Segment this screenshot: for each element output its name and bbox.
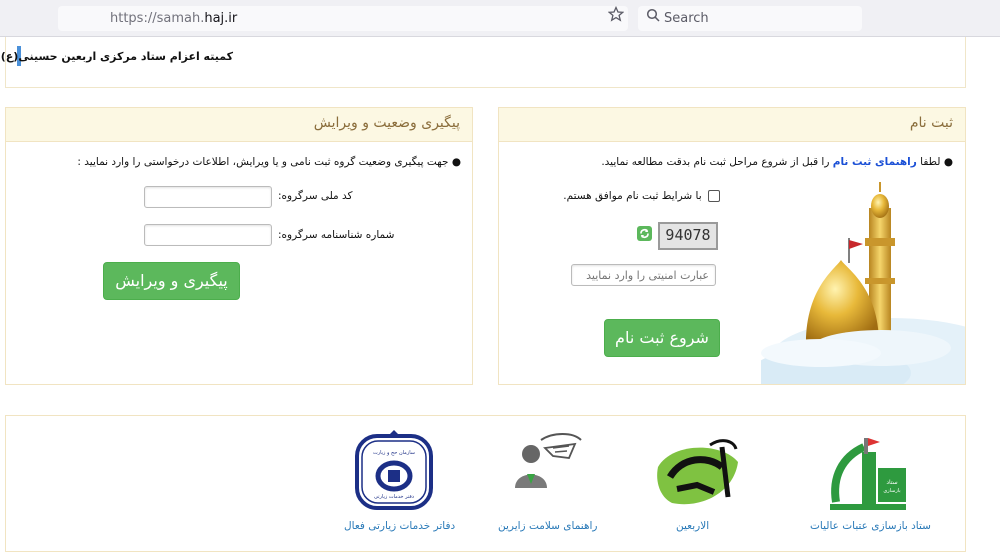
search-placeholder: Search [664, 11, 709, 26]
search-icon [646, 6, 660, 31]
national-id-input[interactable] [144, 186, 272, 208]
shrine-dome-illustration [761, 182, 965, 384]
pilgrim-offices-caption[interactable]: دفاتر خدمات زیارتی فعال [344, 520, 455, 532]
pilgrim-offices-logo-icon[interactable]: سازمان حج و زیارت دفتر خدمات زیارتی [354, 430, 434, 512]
refresh-captcha-icon[interactable] [637, 226, 652, 241]
track-edit-button[interactable]: پیگیری و ویرایش [103, 262, 240, 300]
start-register-button[interactable]: شروع ثبت نام [604, 319, 720, 357]
guide-text-pre: لطفا [920, 156, 941, 168]
svg-text:دفتر خدمات زیارتی: دفتر خدمات زیارتی [374, 494, 414, 500]
track-panel-title: پیگیری وضعیت و ویرایش [313, 115, 460, 131]
svg-text:ستاد: ستاد [886, 479, 897, 486]
register-panel: ثبت نام ● لطفا راهنمای ثبت نام را قبل از… [498, 107, 966, 385]
browser-toolbar: https://samah.haj.ir Search [0, 0, 1000, 37]
url-text[interactable]: https://samah.haj.ir [110, 11, 237, 26]
arbaeen-caption[interactable]: الاربعین [676, 520, 709, 532]
health-guide-logo-icon[interactable] [505, 432, 585, 490]
register-panel-header: ثبت نام [499, 108, 965, 142]
health-guide-caption[interactable]: راهنمای سلامت زایرین [498, 520, 597, 532]
svg-text:سازمان حج و زیارت: سازمان حج و زیارت [373, 450, 415, 456]
agree-label: با شرایط ثبت نام موافق هستم. [563, 190, 702, 202]
captcha-image: 94078 [658, 222, 718, 250]
agree-checkbox[interactable] [708, 190, 720, 202]
guide-link[interactable]: راهنمای ثبت نام [833, 156, 917, 168]
track-panel-header: پیگیری وضعیت و ویرایش [6, 108, 472, 142]
bookmark-star-icon[interactable] [607, 5, 625, 31]
atabat-logo-icon[interactable]: ستاد بازسازی [822, 432, 908, 516]
agree-row: با شرایط ثبت نام موافق هستم. [563, 190, 720, 202]
birth-cert-label: شماره شناسنامه سرگروه: [278, 229, 395, 241]
url-domain: haj.ir [204, 11, 238, 26]
arbaeen-logo-icon[interactable] [652, 437, 742, 511]
register-panel-title: ثبت نام [909, 115, 953, 131]
national-id-label: کد ملی سرگروه: [278, 190, 353, 202]
track-instruction: ● جهت پیگیری وضعیت گروه ثبت نامی و یا وی… [77, 156, 461, 168]
track-instruction-text: جهت پیگیری وضعیت گروه ثبت نامی و یا ویرا… [77, 156, 449, 168]
url-prefix: https://samah. [110, 11, 205, 26]
track-panel: پیگیری وضعیت و ویرایش ● جهت پیگیری وضعیت… [5, 107, 473, 385]
guide-text-post: را قبل از شروع مراحل ثبت نام بدقت مطالعه… [601, 156, 830, 168]
guide-text: ● لطفا راهنمای ثبت نام را قبل از شروع مر… [601, 156, 953, 168]
page-title: کمیته اعزام ستاد مرکزی اربعین حسینی(ع) [0, 50, 233, 63]
birth-cert-input[interactable] [144, 224, 272, 246]
svg-text:بازسازی: بازسازی [883, 488, 900, 494]
atabat-caption[interactable]: ستاد بازسازی عتبات عالیات [810, 520, 931, 532]
captcha-input[interactable] [571, 264, 716, 286]
